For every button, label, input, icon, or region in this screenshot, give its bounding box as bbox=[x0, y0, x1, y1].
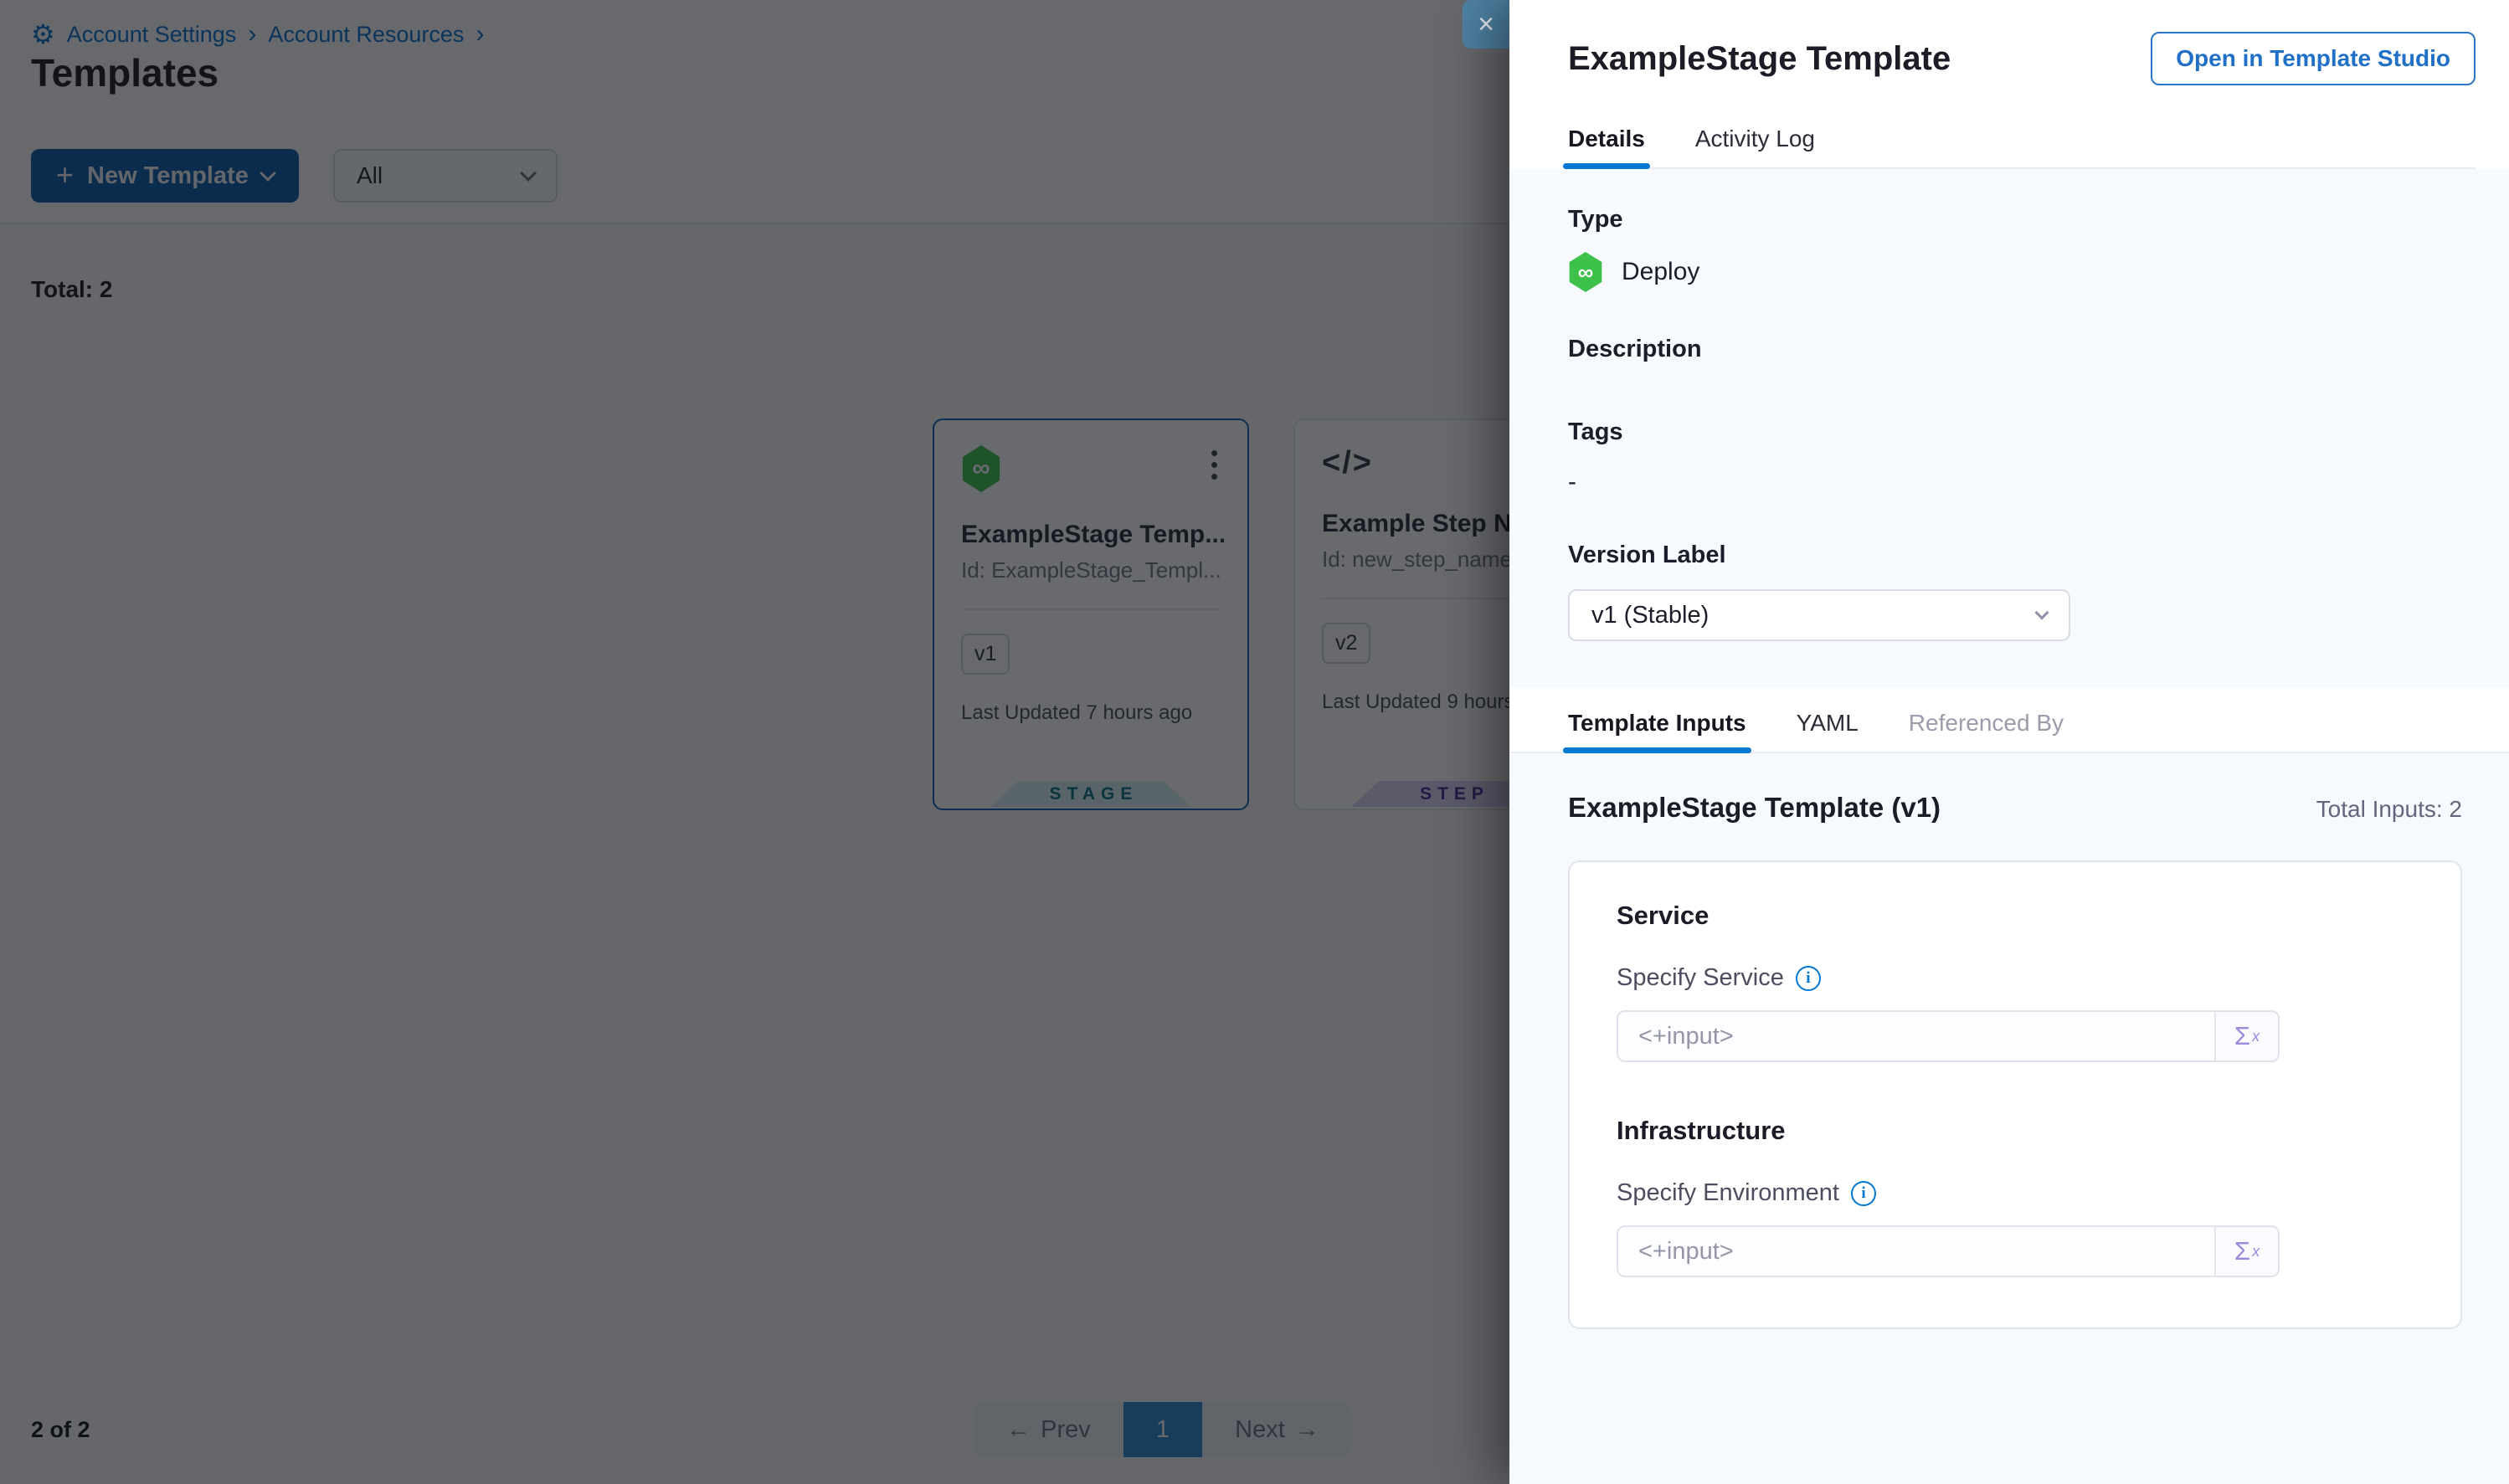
info-icon[interactable]: i bbox=[1851, 1181, 1876, 1206]
tags-value: - bbox=[1568, 468, 2476, 496]
version-select[interactable]: v1 (Stable) bbox=[1568, 589, 2070, 641]
drawer-tabbar: Details Activity Log bbox=[1568, 126, 2476, 169]
drawer-scrim[interactable] bbox=[0, 0, 1509, 1484]
service-input-group: <+input> Σx bbox=[1617, 1010, 2280, 1062]
inputs-total: Total Inputs: 2 bbox=[2316, 796, 2462, 823]
details-section: Type ∞ Deploy Description Tags - Version… bbox=[1509, 169, 2509, 688]
tab-referenced-by[interactable]: Referenced By bbox=[1909, 710, 2064, 752]
close-icon: × bbox=[1478, 8, 1494, 41]
version-label: Version Label bbox=[1568, 542, 2476, 569]
expression-toggle-icon[interactable]: Σx bbox=[2214, 1227, 2278, 1276]
infrastructure-section-title: Infrastructure bbox=[1617, 1116, 2414, 1146]
specify-service-label: Specify Service bbox=[1617, 964, 1784, 992]
drawer-header: ExampleStage Template Open in Template S… bbox=[1509, 0, 2509, 169]
tab-yaml[interactable]: YAML bbox=[1797, 710, 1859, 752]
tab-activity-log[interactable]: Activity Log bbox=[1695, 126, 1815, 167]
expression-toggle-icon[interactable]: Σx bbox=[2214, 1012, 2278, 1060]
environment-input[interactable]: <+input> bbox=[1618, 1227, 2214, 1276]
version-select-value: v1 (Stable) bbox=[1591, 602, 1709, 629]
deploy-hexagon-icon: ∞ bbox=[1568, 252, 1603, 292]
type-label: Type bbox=[1568, 206, 2476, 234]
sigma-glyph: Σ bbox=[2234, 1236, 2250, 1266]
service-section-title: Service bbox=[1617, 901, 2414, 931]
inputs-tabbar: Template Inputs YAML Referenced By bbox=[1509, 688, 2509, 753]
template-inputs-section: ExampleStage Template (v1) Total Inputs:… bbox=[1509, 753, 2509, 1484]
drawer-close-button[interactable]: × bbox=[1463, 0, 1509, 49]
type-value: Deploy bbox=[1622, 258, 1699, 286]
tab-details[interactable]: Details bbox=[1568, 126, 1645, 167]
environment-input-group: <+input> Σx bbox=[1617, 1225, 2280, 1277]
chevron-down-icon bbox=[2035, 606, 2049, 620]
info-icon[interactable]: i bbox=[1796, 966, 1821, 991]
sigma-sup: x bbox=[2252, 1243, 2260, 1261]
template-details-drawer: ExampleStage Template Open in Template S… bbox=[1509, 0, 2509, 1484]
open-in-template-studio-button[interactable]: Open in Template Studio bbox=[2151, 32, 2476, 85]
inputs-heading: ExampleStage Template (v1) bbox=[1568, 792, 1941, 824]
tab-template-inputs[interactable]: Template Inputs bbox=[1568, 710, 1746, 752]
inputs-card: Service Specify Service i <+input> Σx In… bbox=[1568, 860, 2462, 1329]
sigma-glyph: Σ bbox=[2234, 1021, 2250, 1051]
sigma-sup: x bbox=[2252, 1028, 2260, 1045]
drawer-title: ExampleStage Template bbox=[1568, 40, 1951, 78]
tags-label: Tags bbox=[1568, 418, 2476, 446]
description-label: Description bbox=[1568, 336, 2476, 363]
service-input[interactable]: <+input> bbox=[1618, 1012, 2214, 1060]
specify-environment-label: Specify Environment bbox=[1617, 1179, 1839, 1207]
